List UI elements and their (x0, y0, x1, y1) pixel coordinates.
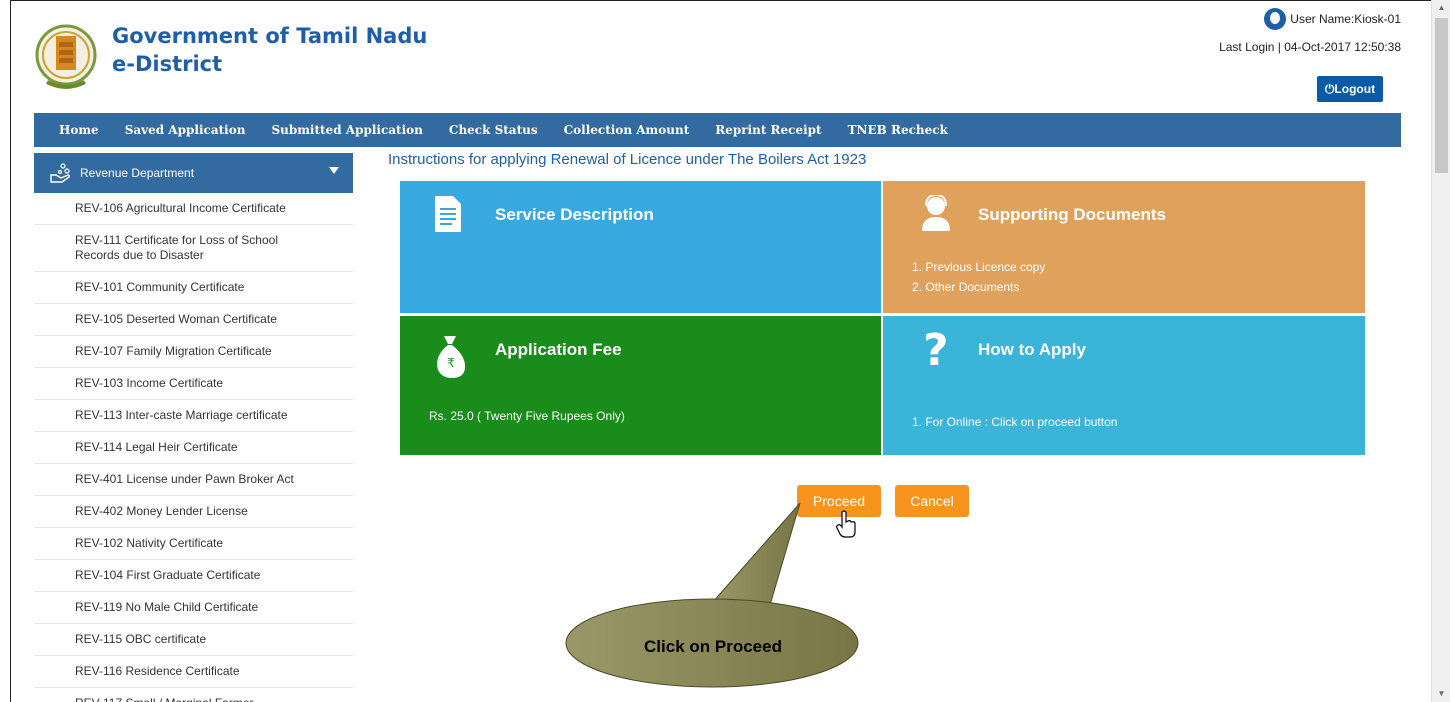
department-dropdown[interactable]: Revenue Department (34, 153, 353, 193)
nav-home[interactable]: Home (59, 123, 99, 137)
nav-collection-amount[interactable]: Collection Amount (564, 123, 690, 137)
cancel-button[interactable]: Cancel (895, 485, 969, 517)
sidebar-item-rev-117[interactable]: REV-117 Small / Marginal Farmer (34, 688, 353, 702)
last-login: Last Login | 04-Oct-2017 12:50:38 (1219, 40, 1401, 54)
emblem-logo (35, 24, 97, 89)
site-header: Government of Tamil Nadu e-District User… (24, 0, 1401, 112)
service-description-title: Service Description (495, 205, 654, 224)
sidebar-item-rev-103[interactable]: REV-103 Income Certificate (34, 368, 353, 400)
sidebar-item-rev-116[interactable]: REV-116 Residence Certificate (34, 656, 353, 688)
sidebar-item-rev-102[interactable]: REV-102 Nativity Certificate (34, 528, 353, 560)
sidebar-item-rev-111[interactable]: REV-111 Certificate for Loss of School R… (34, 225, 353, 272)
department-label: Revenue Department (80, 166, 195, 180)
sidebar-item-rev-113[interactable]: REV-113 Inter-caste Marriage certificate (34, 400, 353, 432)
nav-saved-application[interactable]: Saved Application (125, 123, 246, 137)
application-fee-text: Rs. 25.0 ( Twenty Five Rupees Only) (429, 409, 625, 423)
sidebar-item-rev-104[interactable]: REV-104 First Graduate Certificate (34, 560, 353, 592)
power-icon: ⏻ (1324, 82, 1335, 96)
hand-cursor-icon (836, 510, 856, 538)
supporting-document-item: 2. Other Documents (912, 280, 1020, 294)
supporting-documents-tile: Supporting Documents 1. Previous Licence… (883, 181, 1365, 313)
application-fee-tile: ₹ Application Fee Rs. 25.0 ( Twenty Five… (400, 316, 881, 455)
question-mark-icon: ? (923, 325, 949, 376)
nav-tneb-recheck[interactable]: TNEB Recheck (848, 123, 948, 137)
sidebar-item-rev-107[interactable]: REV-107 Family Migration Certificate (34, 336, 353, 368)
sidebar: Revenue Department REV-106 Agricultural … (34, 153, 353, 702)
user-avatar-icon (1264, 8, 1287, 30)
user-name: User Name:Kiosk-01 (1290, 12, 1401, 26)
supporting-documents-list: 1. Previous Licence copy 2. Other Docume… (912, 257, 1045, 297)
sidebar-item-rev-119[interactable]: REV-119 No Male Child Certificate (34, 592, 353, 624)
supporting-documents-title: Supporting Documents (978, 205, 1166, 224)
support-person-icon (922, 195, 950, 231)
how-to-apply-tile: ? How to Apply 1. For Online : Click on … (883, 316, 1365, 455)
main-nav: Home Saved Application Submitted Applica… (34, 113, 1401, 147)
scrollbar-thumb[interactable] (1435, 18, 1448, 173)
caret-down-icon (329, 167, 339, 174)
scroll-down-arrow-icon[interactable]: ▼ (1432, 686, 1450, 702)
scroll-up-arrow-icon[interactable]: ▲ (1432, 0, 1450, 16)
site-title-line2: e-District (112, 52, 223, 76)
sidebar-item-rev-105[interactable]: REV-105 Deserted Woman Certificate (34, 304, 353, 336)
logout-button[interactable]: ⏻Logout (1317, 76, 1383, 102)
application-fee-title: Application Fee (495, 340, 622, 359)
vertical-scrollbar[interactable]: ▲ ▼ (1431, 0, 1450, 702)
logout-label: Logout (1334, 82, 1376, 96)
callout-text: Click on Proceed (644, 637, 782, 656)
how-to-apply-text: 1. For Online : Click on proceed button (912, 415, 1118, 429)
service-description-tile: Service Description (400, 181, 881, 313)
sidebar-item-rev-115[interactable]: REV-115 OBC certificate (34, 624, 353, 656)
sidebar-item-rev-401[interactable]: REV-401 License under Pawn Broker Act (34, 464, 353, 496)
site-title: Government of Tamil Nadu e-District (112, 22, 427, 78)
money-bag-icon: ₹ (437, 336, 466, 378)
user-info: User Name:Kiosk-01 Last Login | 04-Oct-2… (1219, 6, 1401, 54)
sidebar-item-rev-402[interactable]: REV-402 Money Lender License (34, 496, 353, 528)
how-to-apply-title: How to Apply (978, 340, 1086, 359)
nav-check-status[interactable]: Check Status (449, 123, 538, 137)
svg-text:₹: ₹ (447, 356, 455, 370)
instructions-title: Instructions for applying Renewal of Lic… (388, 151, 867, 168)
sidebar-item-rev-106[interactable]: REV-106 Agricultural Income Certificate (34, 193, 353, 225)
document-icon (435, 196, 461, 232)
sidebar-item-rev-101[interactable]: REV-101 Community Certificate (34, 272, 353, 304)
site-title-line1: Government of Tamil Nadu (112, 24, 428, 48)
supporting-document-item: 1. Previous Licence copy (912, 260, 1046, 274)
sidebar-item-rev-114[interactable]: REV-114 Legal Heir Certificate (34, 432, 353, 464)
nav-submitted-application[interactable]: Submitted Application (271, 123, 422, 137)
nav-reprint-receipt[interactable]: Reprint Receipt (715, 123, 821, 137)
department-hand-icon (50, 163, 71, 183)
